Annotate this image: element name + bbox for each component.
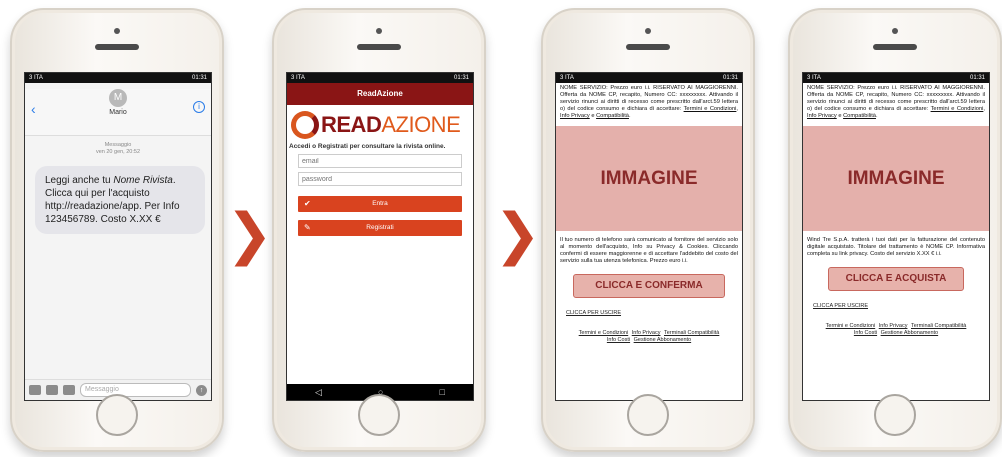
- footer-terms-link[interactable]: Termini e Condizioni: [579, 330, 629, 336]
- status-bar: 3 ITA 01:31: [25, 73, 211, 83]
- billing-info-text: Wind Tre S.p.A. tratterà i tuoi dati per…: [807, 237, 985, 257]
- privacy-link[interactable]: Info Privacy: [807, 113, 837, 119]
- meta-label: Messaggio: [104, 142, 132, 148]
- app-title: ReadAzione: [287, 83, 473, 105]
- home-button[interactable]: [358, 394, 400, 436]
- avatar: M: [109, 89, 127, 107]
- carrier-label: 3 ITA: [29, 75, 43, 81]
- speaker-grille: [95, 44, 139, 50]
- compatibility-link[interactable]: Compatibilità: [843, 113, 876, 119]
- carrier-label: 3 ITA: [291, 75, 305, 81]
- sms-magazine-name: Nome Rivista: [113, 175, 173, 186]
- product-image: IMMAGINE: [556, 126, 742, 231]
- info-icon[interactable]: i: [193, 101, 205, 113]
- app-screen: 3 ITA 01:31 ReadAzione READAZIONE Accedi…: [286, 72, 474, 401]
- readazione-logo: READAZIONE: [287, 105, 473, 139]
- footer-manage-link[interactable]: Gestione Abbonamento: [881, 330, 939, 336]
- home-button[interactable]: [96, 394, 138, 436]
- terms-link[interactable]: Termini e Condizioni: [684, 106, 737, 112]
- terms-link[interactable]: Termini e Condizioni: [931, 106, 984, 112]
- logo-text: READAZIONE: [321, 112, 461, 138]
- footer-links: Termini e Condizioni Info Privacy Termin…: [803, 323, 989, 337]
- sms-text-start: Leggi anche tu: [45, 175, 114, 186]
- phone-app: 3 ITA 01:31 ReadAzione READAZIONE Accedi…: [272, 8, 486, 452]
- nav-back-icon[interactable]: ◁: [315, 387, 322, 398]
- phone-sms: 3 ITA 01:31 ‹ i M Mario Messaggio ven 20…: [10, 8, 224, 452]
- speaker-grille: [626, 44, 670, 50]
- conjunction: e: [838, 113, 842, 119]
- password-field[interactable]: [298, 172, 462, 186]
- appstore-icon[interactable]: [63, 385, 75, 395]
- register-button[interactable]: ✎ Registrati: [298, 220, 462, 236]
- clock-label: 01:31: [191, 75, 207, 81]
- contact-name: Mario: [109, 109, 127, 116]
- home-button[interactable]: [627, 394, 669, 436]
- footer-manage-link[interactable]: Gestione Abbonamento: [634, 337, 692, 343]
- clock-label: 01:31: [453, 75, 469, 81]
- speaker-grille: [357, 44, 401, 50]
- clock-label: 01:31: [969, 75, 985, 81]
- landing-screen: 3 ITA 01:31 NOME SERVIZIO: Prezzo euro i…: [555, 72, 743, 401]
- landing-screen: 3 ITA 01:31 NOME SERVIZIO: Prezzo euro i…: [802, 72, 990, 401]
- pencil-icon: ✎: [304, 223, 311, 232]
- image-placeholder-label: IMMAGINE: [847, 167, 945, 189]
- exit-link[interactable]: CLICCA PER USCIRE: [566, 310, 742, 316]
- message-input[interactable]: Messaggio: [80, 383, 191, 397]
- check-icon: ✔: [304, 199, 311, 208]
- meta-date: ven 20 gen, 20:52: [95, 149, 141, 155]
- footer-privacy-link[interactable]: Info Privacy: [879, 323, 908, 329]
- privacy-link[interactable]: Info Privacy: [560, 113, 590, 119]
- legal-header-text: NOME SERVIZIO: Prezzo euro i.i. RISERVAT…: [560, 85, 738, 119]
- camera-icon: [114, 28, 120, 34]
- back-chevron-icon[interactable]: ‹: [31, 101, 36, 117]
- login-subtitle: Accedi o Registrati per consultare la ri…: [289, 143, 446, 150]
- phone-landing-confirm: 3 ITA 01:31 NOME SERVIZIO: Prezzo euro i…: [541, 8, 755, 452]
- enter-button[interactable]: ✔ Entra: [298, 196, 462, 212]
- exit-link[interactable]: CLICCA PER USCIRE: [813, 303, 989, 309]
- footer-privacy-link[interactable]: Info Privacy: [632, 330, 661, 336]
- camera-icon: [892, 28, 898, 34]
- camera-icon: [376, 28, 382, 34]
- home-button[interactable]: [874, 394, 916, 436]
- heartbeat-icon[interactable]: [46, 385, 58, 395]
- footer-terminals-link[interactable]: Terminali Compatibilità: [664, 330, 719, 336]
- footer-links: Termini e Condizioni Info Privacy Termin…: [556, 330, 742, 344]
- register-label: Registrati: [366, 224, 394, 231]
- status-bar: 3 ITA 01:31: [556, 73, 742, 83]
- legal-header-text: NOME SERVIZIO: Prezzo euro i.i. RISERVAT…: [807, 85, 985, 119]
- speaker-grille: [873, 44, 917, 50]
- sms-bubble: Leggi anche tu Nome Rivista. Clicca qui …: [35, 166, 205, 234]
- logo-bold: READ: [321, 112, 382, 137]
- logo-rest: AZIONE: [381, 112, 461, 137]
- conversation-header: ‹ i M Mario: [25, 89, 211, 136]
- phone-landing-purchase: 3 ITA 01:31 NOME SERVIZIO: Prezzo euro i…: [788, 8, 1002, 452]
- compatibility-link[interactable]: Compatibilità: [596, 113, 629, 119]
- status-bar: 3 ITA 01:31: [803, 73, 989, 83]
- carrier-label: 3 ITA: [560, 75, 574, 81]
- footer-costs-link[interactable]: Info Costi: [854, 330, 877, 336]
- logo-mark-icon: [291, 111, 319, 139]
- carrier-label: 3 ITA: [807, 75, 821, 81]
- status-bar: 3 ITA 01:31: [287, 73, 473, 83]
- privacy-info-text: Il tuo numero di telefono sarà comunicat…: [560, 237, 738, 264]
- enter-label: Entra: [372, 200, 388, 207]
- send-arrow-icon[interactable]: ↑: [196, 384, 207, 396]
- email-field[interactable]: [298, 154, 462, 168]
- footer-terminals-link[interactable]: Terminali Compatibilità: [911, 323, 966, 329]
- next-arrow-icon: ❯: [226, 202, 273, 267]
- next-arrow-icon: ❯: [494, 202, 541, 267]
- conjunction: e: [591, 113, 595, 119]
- product-image: IMMAGINE: [803, 126, 989, 231]
- camera-icon: [645, 28, 651, 34]
- footer-costs-link[interactable]: Info Costi: [607, 337, 630, 343]
- sms-screen: 3 ITA 01:31 ‹ i M Mario Messaggio ven 20…: [24, 72, 212, 401]
- clock-label: 01:31: [722, 75, 738, 81]
- camera-icon[interactable]: [29, 385, 41, 395]
- image-placeholder-label: IMMAGINE: [600, 167, 698, 189]
- purchase-button[interactable]: CLICCA E ACQUISTA: [828, 267, 964, 291]
- message-meta: Messaggio ven 20 gen, 20:52: [25, 142, 211, 156]
- footer-terms-link[interactable]: Termini e Condizioni: [826, 323, 876, 329]
- nav-recents-icon[interactable]: □: [440, 387, 445, 397]
- confirm-button[interactable]: CLICCA E CONFERMA: [573, 274, 725, 298]
